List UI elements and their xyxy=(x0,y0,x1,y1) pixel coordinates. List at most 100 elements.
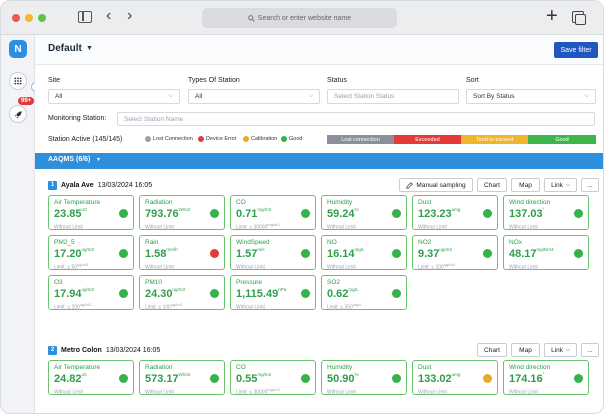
address-bar[interactable]: Search or enter website name xyxy=(202,8,397,28)
station-name: Ayala Ave xyxy=(61,181,94,189)
sensor-card[interactable]: Dust 133.02umg Without Limit xyxy=(412,360,498,396)
link-button[interactable]: Link ⌵ xyxy=(544,343,577,357)
browser-toolbar: ‹ › Search or enter website name + xyxy=(1,1,603,35)
good-dot-icon xyxy=(281,136,287,142)
link-button[interactable]: Link ⌵ xyxy=(544,178,577,192)
sensor-card[interactable]: Dust 123.23umg Without Limit xyxy=(412,195,498,231)
sensor-card[interactable]: Air Temperature 24.82oC Without Limit xyxy=(48,360,134,396)
sensor-card[interactable]: SO2 0.62mg/L Limit: ≤ 350mg/L xyxy=(321,275,407,311)
sensor-card[interactable]: WindSpeed 1.57m/s Without Limit xyxy=(230,235,316,271)
save-filter-button[interactable]: Save filter xyxy=(554,42,598,58)
status-dot-icon xyxy=(574,209,583,218)
sensor-card[interactable]: Air Temperature 23.85oC Without Limit xyxy=(48,195,134,231)
sensor-name: CO xyxy=(236,364,246,371)
sensor-name: CO xyxy=(236,199,246,206)
forward-icon[interactable]: › xyxy=(127,7,132,25)
manual-sampling-button[interactable]: Manual sampling xyxy=(399,178,473,192)
sensor-name: NO xyxy=(327,239,337,246)
sensor-unit: W/m2 xyxy=(178,372,191,377)
lost-connection-dot-icon xyxy=(145,136,151,142)
sensor-card[interactable]: Pressure 1,115.49hPa Without Limit xyxy=(230,275,316,311)
types-select[interactable]: All ⌵ xyxy=(188,89,320,104)
sensor-limit: Without Limit xyxy=(509,262,538,271)
map-button[interactable]: Map xyxy=(511,343,540,357)
map-button[interactable]: Map xyxy=(511,178,540,192)
sensor-name: Wind direction xyxy=(509,364,551,371)
search-icon xyxy=(248,14,255,22)
status-select[interactable]: Select Station Status xyxy=(327,89,459,104)
site-select[interactable]: All ⌵ xyxy=(48,89,180,104)
sort-select[interactable]: Sort By Status ⌵ xyxy=(466,89,596,104)
sensor-card[interactable]: NO2 9.37ug/m3 Limit: ≤ 200ug/m3 xyxy=(412,235,498,271)
back-icon[interactable]: ‹ xyxy=(106,7,111,25)
sort-select-value: Sort By Status xyxy=(473,93,515,100)
sensor-value: 133.02umg xyxy=(418,372,460,385)
sensor-value-number: 1,115.49 xyxy=(236,288,279,300)
minimize-window-dot[interactable] xyxy=(25,14,33,22)
sensor-limit-text: Without Limit xyxy=(54,389,83,396)
sensor-card[interactable]: Wind direction 137.03° Without Limit xyxy=(503,195,589,231)
group-collapse-icon[interactable]: ▾ xyxy=(97,156,100,163)
sensor-limit: Limit: ≤ 200ug/m3 xyxy=(418,262,455,271)
sensor-card[interactable]: PM2_5 17.20ug/m3 Limit: ≤ 50ug/m3 xyxy=(48,235,134,271)
sensor-value: 123.23umg xyxy=(418,207,460,220)
sensor-card[interactable]: Radiation 793.76W/m2 Without Limit xyxy=(139,195,225,231)
view-dropdown-icon[interactable]: ▼ xyxy=(86,45,93,52)
sensor-limit-text: Without Limit xyxy=(418,224,447,231)
sensor-name: Air Temperature xyxy=(54,364,101,371)
status-select-placeholder: Select Station Status xyxy=(334,93,395,100)
rocket-icon[interactable] xyxy=(9,105,27,123)
sensor-value-number: 48.17 xyxy=(509,248,537,260)
sensor-limit: Limit: ≤ 350mg/L xyxy=(327,302,362,311)
status-dot-icon xyxy=(574,249,583,258)
sensor-limit-unit: mg/L xyxy=(352,302,362,307)
status-dot-icon xyxy=(119,209,128,218)
app-logo[interactable]: N xyxy=(9,40,27,58)
tab-overview-icon[interactable] xyxy=(572,11,586,25)
station-active-count: Station Active (145/145) xyxy=(48,136,123,143)
sidebar-toggle-icon[interactable] xyxy=(78,11,92,23)
sensor-unit: % xyxy=(354,372,359,377)
link-label: Link xyxy=(551,346,564,354)
sensor-name: Dust xyxy=(418,199,432,206)
group-header-aaqms[interactable]: AAQMS (6/6) ▾ xyxy=(35,153,603,169)
apps-grid-icon[interactable] xyxy=(9,72,27,90)
sensor-card[interactable]: Humidity 59.24% Without Limit xyxy=(321,195,407,231)
more-button[interactable]: ... xyxy=(581,343,599,357)
sensor-name: Pressure xyxy=(236,279,263,286)
chart-button[interactable]: Chart xyxy=(477,178,507,192)
status-dot-icon xyxy=(119,374,128,383)
status-bar-good: Good xyxy=(528,135,596,144)
monitoring-station-input[interactable]: Select Station Name xyxy=(117,112,595,126)
left-rail: N › 99+ xyxy=(1,35,41,413)
sensor-card[interactable]: PM10 24.30ug/m3 Limit: ≤ 100ug/m3 xyxy=(139,275,225,311)
sensor-card[interactable]: NO 16.14mg/L Without Limit xyxy=(321,235,407,271)
sensor-card[interactable]: CO 0.55mg/m3 Limit: ≤ 30000mg/m3 xyxy=(230,360,316,396)
sensor-card[interactable]: CO 0.71mg/m3 Limit: ≤ 30000mg/m3 xyxy=(230,195,316,231)
sensor-card[interactable]: Humidity 50.90% Without Limit xyxy=(321,360,407,396)
more-button[interactable]: ... xyxy=(581,178,599,192)
chart-button[interactable]: Chart xyxy=(477,343,507,357)
maximize-window-dot[interactable] xyxy=(38,14,46,22)
sensor-card[interactable]: O3 17.94ug/m3 Limit: ≤ 200ug/m3 xyxy=(48,275,134,311)
new-tab-icon[interactable]: + xyxy=(546,5,558,28)
sensor-card[interactable]: Rain 1.58mm/h Without Limit xyxy=(139,235,225,271)
sensor-card[interactable]: Radiation 573.17W/m2 Without Limit xyxy=(139,360,225,396)
sensor-value: 0.62mg/L xyxy=(327,287,358,300)
sensor-card[interactable]: NOx 48.17mg/Nm3 Without Limit xyxy=(503,235,589,271)
sensor-value: 1.57m/s xyxy=(236,247,265,260)
sensor-limit-text: Without Limit xyxy=(54,224,83,231)
sensor-value-number: 123.23 xyxy=(418,208,452,220)
sensor-limit-text: Without Limit xyxy=(509,264,538,271)
status-dot-icon xyxy=(392,249,401,258)
close-window-dot[interactable] xyxy=(12,14,20,22)
sensor-card[interactable]: Wind direction 174.16° Without Limit xyxy=(503,360,589,396)
sensor-value-number: 1.57 xyxy=(236,248,258,260)
sensor-value-number: 23.85 xyxy=(54,208,82,220)
status-dot-icon xyxy=(483,374,492,383)
sensor-limit: Without Limit xyxy=(509,387,538,396)
sensor-unit: hPa xyxy=(278,287,287,292)
sensor-limit-text: Without Limit xyxy=(145,224,174,231)
station-time: 13/03/2024 16:05 xyxy=(105,346,161,354)
sensor-limit: Limit: ≤ 200ug/m3 xyxy=(54,302,91,311)
